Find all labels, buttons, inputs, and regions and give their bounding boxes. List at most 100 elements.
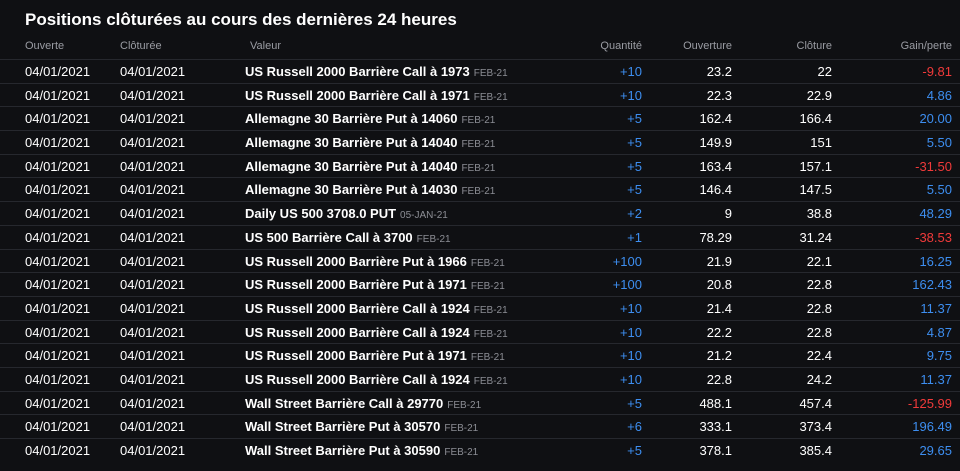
- cell-quantity: +2: [627, 206, 642, 222]
- cell-opened-date: 04/01/2021: [25, 87, 91, 103]
- cell-opening-price: 20.8: [706, 277, 732, 293]
- table-row[interactable]: 04/01/2021 04/01/2021 US Russell 2000 Barr…: [0, 82, 960, 107]
- cell-opening-price: 22.2: [706, 324, 732, 340]
- cell-instrument[interactable]: US Russell 2000 Barrière Call à 1973 FEB-…: [245, 64, 508, 79]
- cell-instrument[interactable]: Wall Street Barrière Put à 30570 FEB-21: [245, 419, 478, 434]
- cell-instrument[interactable]: US Russell 2000 Barrière Put à 1971 FEB-2…: [245, 348, 505, 363]
- cell-instrument[interactable]: US Russell 2000 Barrière Call à 1924 FEB-…: [245, 325, 508, 340]
- cell-gain-loss: -38.53: [915, 229, 952, 245]
- column-header-open[interactable]: Ouverte: [25, 40, 64, 52]
- column-header-closing-price[interactable]: Clôture: [797, 40, 832, 52]
- cell-closing-price: 24.2: [806, 371, 832, 387]
- cell-opened-date: 04/01/2021: [25, 348, 91, 364]
- cell-closed-date: 04/01/2021: [120, 182, 186, 198]
- cell-quantity: +5: [627, 135, 642, 151]
- table-row[interactable]: 04/01/2021 04/01/2021 Allemagne 30 Barrièr…: [0, 177, 960, 201]
- instrument-name: Allemagne 30 Barrière Put à 14060: [245, 111, 458, 127]
- instrument-name: US Russell 2000 Barrière Call à 1924: [245, 324, 470, 340]
- cell-opened-date: 04/01/2021: [25, 206, 91, 222]
- cell-closed-date: 04/01/2021: [120, 419, 186, 435]
- cell-instrument[interactable]: US 500 Barrière Call à 3700 FEB-21: [245, 230, 451, 245]
- cell-instrument[interactable]: US Russell 2000 Barrière Put à 1971 FEB-2…: [245, 277, 505, 292]
- cell-quantity: +10: [619, 64, 642, 79]
- table-row[interactable]: 04/01/2021 04/01/2021 US Russell 2000 Barr…: [0, 343, 960, 367]
- instrument-expiry: FEB-21: [461, 115, 496, 127]
- table-row[interactable]: 04/01/2021 04/01/2021 Wall Street Barrière…: [0, 390, 960, 415]
- instrument-name: Allemagne 30 Barrière Put à 14040: [245, 135, 458, 151]
- table-row[interactable]: 04/01/2021 04/01/2021 US Russell 2000 Barr…: [0, 59, 960, 83]
- cell-quantity: +5: [627, 443, 642, 458]
- cell-opened-date: 04/01/2021: [25, 443, 91, 458]
- table-row[interactable]: 04/01/2021 04/01/2021 Allemagne 30 Barrièr…: [0, 106, 960, 130]
- cell-gain-loss: 196.49: [912, 419, 952, 435]
- cell-closed-date: 04/01/2021: [120, 111, 186, 127]
- instrument-name: US 500 Barrière Call à 3700: [245, 229, 413, 245]
- column-header-opening-price[interactable]: Ouverture: [683, 40, 732, 52]
- cell-instrument[interactable]: Daily US 500 3708.0 PUT 05-JAN-21: [245, 206, 448, 221]
- cell-quantity: +6: [627, 419, 642, 435]
- cell-quantity: +10: [619, 324, 642, 340]
- cell-instrument[interactable]: US Russell 2000 Barrière Call à 1924 FEB-…: [245, 372, 508, 387]
- instrument-expiry: FEB-21: [416, 233, 451, 245]
- cell-closing-price: 22.1: [806, 253, 832, 269]
- column-header-gain-loss[interactable]: Gain/perte: [901, 40, 952, 52]
- table-row[interactable]: 04/01/2021 04/01/2021 Wall Street Barrière…: [0, 438, 960, 462]
- instrument-expiry: FEB-21: [461, 162, 496, 174]
- table-row[interactable]: 04/01/2021 04/01/2021 US Russell 2000 Barr…: [0, 295, 960, 320]
- cell-instrument[interactable]: Wall Street Barrière Call à 29770 FEB-21: [245, 396, 481, 411]
- instrument-name: US Russell 2000 Barrière Call à 1973: [245, 64, 470, 79]
- cell-opening-price: 149.9: [699, 135, 732, 151]
- cell-closing-price: 151: [810, 135, 832, 151]
- cell-closing-price: 38.8: [806, 206, 832, 222]
- cell-closed-date: 04/01/2021: [120, 348, 186, 364]
- cell-instrument[interactable]: US Russell 2000 Barrière Call à 1971 FEB-…: [245, 88, 508, 103]
- table-row[interactable]: 04/01/2021 04/01/2021 US 500 Barrière Call…: [0, 224, 960, 249]
- cell-closed-date: 04/01/2021: [120, 158, 186, 174]
- column-header-value[interactable]: Valeur: [250, 40, 281, 52]
- table-row[interactable]: 04/01/2021 04/01/2021 Daily US 500 3708.0 …: [0, 201, 960, 225]
- cell-quantity: +5: [627, 395, 642, 411]
- table-row[interactable]: 04/01/2021 04/01/2021 US Russell 2000 Barr…: [0, 366, 960, 391]
- cell-quantity: +100: [612, 253, 642, 269]
- cell-closing-price: 22.8: [806, 300, 832, 316]
- column-header-close[interactable]: Clôturée: [120, 40, 162, 52]
- cell-instrument[interactable]: Wall Street Barrière Put à 30590 FEB-21: [245, 443, 478, 458]
- table-header: Ouverte Clôturée Valeur Quantité Ouvertu…: [0, 37, 960, 59]
- cell-instrument[interactable]: US Russell 2000 Barrière Put à 1966 FEB-2…: [245, 254, 505, 269]
- table-row[interactable]: 04/01/2021 04/01/2021 Allemagne 30 Barrièr…: [0, 153, 960, 178]
- cell-quantity: +10: [619, 348, 642, 364]
- cell-gain-loss: 9.75: [926, 348, 952, 364]
- instrument-name: US Russell 2000 Barrière Put à 1971: [245, 277, 467, 293]
- cell-opened-date: 04/01/2021: [25, 229, 91, 245]
- cell-closed-date: 04/01/2021: [120, 300, 186, 316]
- cell-instrument[interactable]: Allemagne 30 Barrière Put à 14040 FEB-21: [245, 159, 495, 174]
- cell-gain-loss: 48.29: [919, 206, 952, 222]
- table-row[interactable]: 04/01/2021 04/01/2021 US Russell 2000 Barr…: [0, 248, 960, 273]
- instrument-expiry: FEB-21: [473, 375, 508, 387]
- instrument-name: US Russell 2000 Barrière Call à 1971: [245, 87, 470, 103]
- table-row[interactable]: 04/01/2021 04/01/2021 Allemagne 30 Barrièr…: [0, 130, 960, 154]
- cell-closed-date: 04/01/2021: [120, 206, 186, 222]
- cell-quantity: +10: [619, 371, 642, 387]
- cell-gain-loss: -9.81: [922, 64, 952, 79]
- cell-instrument[interactable]: Allemagne 30 Barrière Put à 14060 FEB-21: [245, 111, 495, 126]
- cell-gain-loss: -31.50: [915, 158, 952, 174]
- table-row[interactable]: 04/01/2021 04/01/2021 US Russell 2000 Barr…: [0, 272, 960, 296]
- cell-gain-loss: 29.65: [919, 443, 952, 458]
- cell-instrument[interactable]: Allemagne 30 Barrière Put à 14040 FEB-21: [245, 135, 495, 150]
- cell-closing-price: 22.4: [806, 348, 832, 364]
- cell-closing-price: 147.5: [799, 182, 832, 198]
- cell-gain-loss: 162.43: [912, 277, 952, 293]
- cell-closing-price: 373.4: [799, 419, 832, 435]
- cell-opening-price: 378.1: [699, 443, 732, 458]
- column-header-quantity[interactable]: Quantité: [600, 40, 642, 52]
- cell-instrument[interactable]: US Russell 2000 Barrière Call à 1924 FEB-…: [245, 301, 508, 316]
- instrument-expiry: FEB-21: [444, 423, 479, 435]
- table-row[interactable]: 04/01/2021 04/01/2021 US Russell 2000 Barr…: [0, 319, 960, 344]
- instrument-expiry: FEB-21: [447, 399, 482, 411]
- cell-instrument[interactable]: Allemagne 30 Barrière Put à 14030 FEB-21: [245, 182, 495, 197]
- instrument-name: US Russell 2000 Barrière Put à 1971: [245, 348, 467, 364]
- instrument-name: US Russell 2000 Barrière Call à 1924: [245, 300, 470, 316]
- table-row[interactable]: 04/01/2021 04/01/2021 Wall Street Barrière…: [0, 414, 960, 438]
- cell-closing-price: 22.9: [806, 87, 832, 103]
